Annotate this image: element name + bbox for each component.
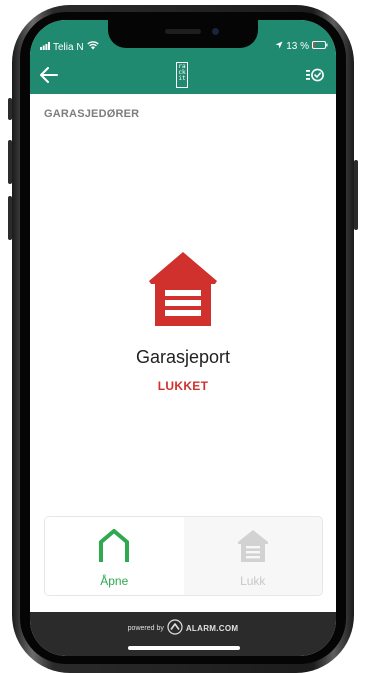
volume-up-button xyxy=(8,140,12,184)
open-button[interactable]: Åpne xyxy=(45,517,184,595)
mute-switch xyxy=(8,98,12,120)
garage-closed-icon xyxy=(237,529,269,568)
camera-notch xyxy=(108,20,258,48)
location-icon xyxy=(275,41,283,52)
signal-icon xyxy=(40,41,50,53)
garage-icon[interactable] xyxy=(149,252,217,331)
back-button[interactable] xyxy=(36,64,62,90)
powered-by: powered by ALARM.COM xyxy=(30,619,336,637)
footer: powered by ALARM.COM xyxy=(30,612,336,656)
scenes-button[interactable] xyxy=(302,65,328,89)
device-status: LUKKET xyxy=(157,379,209,393)
list-check-icon xyxy=(306,68,324,87)
garage-open-icon xyxy=(98,528,130,568)
close-button[interactable]: Lukk xyxy=(183,517,322,595)
status-bar: Telia N 13 % xyxy=(30,20,336,60)
arrow-left-icon xyxy=(40,66,58,88)
carrier-label: Telia N xyxy=(53,41,84,53)
close-button-label: Lukk xyxy=(240,574,266,588)
device-name: Garasjeport xyxy=(135,347,231,367)
section-title: GARASJEDØRER xyxy=(44,108,140,120)
home-indicator[interactable] xyxy=(128,646,240,650)
app-screen: Telia N 13 % rack it GARASJEDØRER Garasj… xyxy=(30,20,336,656)
powered-by-label: powered by xyxy=(127,624,164,632)
wifi-icon xyxy=(86,41,99,53)
app-logo-text: rack it xyxy=(178,63,186,82)
volume-down-button xyxy=(8,196,12,240)
speaker-grille xyxy=(165,29,201,34)
alarm-com-logo-icon xyxy=(167,619,183,637)
open-button-label: Åpne xyxy=(100,574,129,588)
battery-percent: 13 % xyxy=(286,41,309,52)
alarm-com-brand: ALARM.COM xyxy=(185,623,239,633)
garage-controls: Åpne Lukk xyxy=(44,516,323,596)
status-right: 13 % xyxy=(275,41,328,52)
status-left: Telia N xyxy=(40,41,99,53)
power-button xyxy=(354,160,358,230)
app-bar: rack it xyxy=(30,60,336,94)
front-camera xyxy=(212,28,219,35)
battery-icon xyxy=(312,41,328,52)
app-logo: rack it xyxy=(176,62,188,88)
